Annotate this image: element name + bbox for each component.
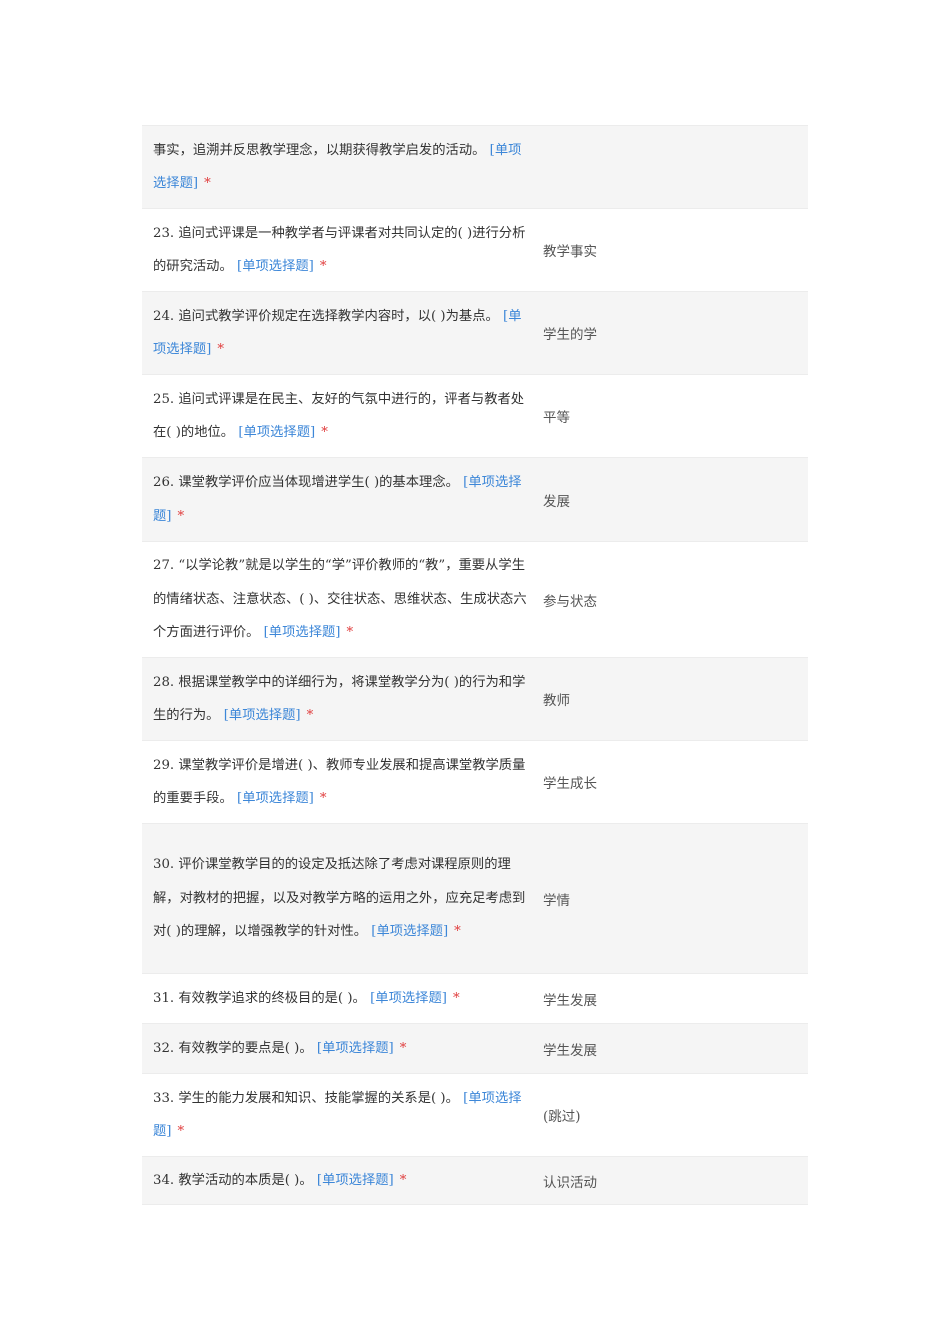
question-cell: 事实，追溯并反思教学理念，以期获得教学启发的活动。 [单项选择题] * bbox=[142, 134, 531, 201]
question-type-tag: [单项选择题] bbox=[316, 1172, 394, 1188]
question-type-tag: [单项选择题] bbox=[237, 259, 314, 274]
question-text: 25. 追问式评课是在民主、友好的气氛中进行的，评者与教者处在( )的地位。 bbox=[153, 391, 525, 440]
required-mark: * bbox=[346, 625, 354, 641]
required-mark: * bbox=[454, 924, 461, 940]
table-row: 31. 有效教学追求的终极目的是( )。 [单项选择题] * 学生发展 bbox=[142, 973, 808, 1023]
question-type-tag: [单项选择题] bbox=[316, 1040, 394, 1056]
question-type-tag: [单项选择题] bbox=[237, 791, 314, 806]
answer-cell: 学生成长 bbox=[543, 776, 597, 792]
table-row: 27. “以学论教”就是以学生的“学”评价教师的“教”，重要从学生的情绪状态、注… bbox=[142, 541, 808, 657]
table-row: 30. 评价课堂教学目的的设定及抵达除了考虑对课程原则的理解，对教材的把握，以及… bbox=[142, 823, 808, 973]
answer-cell: 教学事实 bbox=[543, 244, 597, 260]
required-mark: * bbox=[319, 791, 327, 806]
question-type-tag: [单项选择题] bbox=[223, 708, 301, 723]
required-mark: * bbox=[399, 1040, 407, 1056]
question-text: 31. 有效教学追求的终极目的是( )。 bbox=[153, 990, 366, 1006]
required-mark: * bbox=[319, 259, 327, 274]
answer-cell: (跳过) bbox=[543, 1109, 581, 1125]
required-mark: * bbox=[452, 990, 460, 1006]
question-type-tag: [单项选择题] bbox=[370, 990, 447, 1006]
question-cell: 30. 评价课堂教学目的的设定及抵达除了考虑对课程原则的理解，对教材的把握，以及… bbox=[142, 848, 531, 948]
question-cell: 25. 追问式评课是在民主、友好的气氛中进行的，评者与教者处在( )的地位。 [… bbox=[142, 383, 531, 450]
required-mark: * bbox=[217, 342, 225, 357]
answer-cell: 教师 bbox=[543, 693, 570, 709]
question-cell: 32. 有效教学的要点是( )。 [单项选择题] * bbox=[142, 1032, 531, 1065]
answer-cell: 学生的学 bbox=[543, 327, 597, 343]
table-row: 29. 课堂教学评价是增进( )、教师专业发展和提高课堂教学质量的重要手段。 [… bbox=[142, 740, 808, 823]
question-text: 32. 有效教学的要点是( )。 bbox=[153, 1040, 313, 1056]
question-cell: 26. 课堂教学评价应当体现增进学生( )的基本理念。 [单项选择题] * bbox=[142, 466, 531, 533]
question-text: 事实，追溯并反思教学理念，以期获得教学启发的活动。 bbox=[153, 142, 486, 158]
required-mark: * bbox=[399, 1172, 407, 1188]
table-row: 23. 追问式评课是一种教学者与评课者对共同认定的( )进行分析的研究活动。 [… bbox=[142, 208, 808, 291]
required-mark: * bbox=[306, 708, 314, 723]
question-cell: 33. 学生的能力发展和知识、技能掌握的关系是( )。 [单项选择题] * bbox=[142, 1082, 531, 1149]
question-cell: 28. 根据课堂教学中的详细行为，将课堂教学分为( )的行为和学生的行为。 [单… bbox=[142, 666, 531, 733]
answer-cell: 平等 bbox=[543, 410, 570, 426]
question-text: 26. 课堂教学评价应当体现增进学生( )的基本理念。 bbox=[153, 475, 459, 491]
question-text: 29. 课堂教学评价是增进( )、教师专业发展和提高课堂教学质量的重要手段。 bbox=[153, 757, 526, 806]
answer-cell: 发展 bbox=[543, 493, 570, 510]
question-cell: 34. 教学活动的本质是( )。 [单项选择题] * bbox=[142, 1164, 531, 1197]
question-text: 24. 追问式教学评价规定在选择教学内容时，以( )为基点。 bbox=[153, 308, 499, 324]
answer-cell: 认识活动 bbox=[543, 1174, 597, 1191]
question-text: 23. 追问式评课是一种教学者与评课者对共同认定的( )进行分析的研究活动。 bbox=[153, 225, 526, 274]
table-row: 事实，追溯并反思教学理念，以期获得教学启发的活动。 [单项选择题] * bbox=[142, 125, 808, 208]
required-mark: * bbox=[177, 1124, 185, 1139]
answer-cell: 参与状态 bbox=[543, 593, 597, 610]
table-row: 28. 根据课堂教学中的详细行为，将课堂教学分为( )的行为和学生的行为。 [单… bbox=[142, 657, 808, 740]
required-mark: * bbox=[204, 176, 211, 191]
question-cell: 23. 追问式评课是一种教学者与评课者对共同认定的( )进行分析的研究活动。 [… bbox=[142, 217, 531, 284]
question-cell: 31. 有效教学追求的终极目的是( )。 [单项选择题] * bbox=[142, 982, 531, 1015]
table-row: 33. 学生的能力发展和知识、技能掌握的关系是( )。 [单项选择题] * (跳过) bbox=[142, 1073, 808, 1156]
question-type-tag: [单项选择题] bbox=[263, 625, 341, 641]
table-row: 24. 追问式教学评价规定在选择教学内容时，以( )为基点。 [单项选择题] * 学… bbox=[142, 291, 808, 374]
required-mark: * bbox=[321, 425, 328, 440]
table-row: 26. 课堂教学评价应当体现增进学生( )的基本理念。 [单项选择题] * 发展 bbox=[142, 457, 808, 541]
table-row: 32. 有效教学的要点是( )。 [单项选择题] * 学生发展 bbox=[142, 1023, 808, 1073]
answer-cell: 学生发展 bbox=[543, 992, 597, 1009]
answer-cell: 学生发展 bbox=[543, 1042, 597, 1059]
answer-table: 事实，追溯并反思教学理念，以期获得教学启发的活动。 [单项选择题] * 23. 追问… bbox=[142, 125, 808, 1205]
table-row: 34. 教学活动的本质是( )。 [单项选择题] * 认识活动 bbox=[142, 1156, 808, 1204]
required-mark: * bbox=[177, 508, 185, 524]
question-text: 30. 评价课堂教学目的的设定及抵达除了考虑对课程原则的理解，对教材的把握，以及… bbox=[153, 857, 526, 940]
answer-cell: 学情 bbox=[543, 892, 570, 909]
question-cell: 24. 追问式教学评价规定在选择教学内容时，以( )为基点。 [单项选择题] * bbox=[142, 300, 531, 367]
table-row: 25. 追问式评课是在民主、友好的气氛中进行的，评者与教者处在( )的地位。 [… bbox=[142, 374, 808, 457]
question-cell: 29. 课堂教学评价是增进( )、教师专业发展和提高课堂教学质量的重要手段。 [… bbox=[142, 749, 531, 816]
question-text: 28. 根据课堂教学中的详细行为，将课堂教学分为( )的行为和学生的行为。 bbox=[153, 674, 526, 723]
question-text: 33. 学生的能力发展和知识、技能掌握的关系是( )。 bbox=[153, 1090, 459, 1106]
question-type-tag: [单项选择题] bbox=[238, 425, 316, 440]
question-type-tag: [单项选择题] bbox=[371, 924, 449, 940]
question-cell: 27. “以学论教”就是以学生的“学”评价教师的“教”，重要从学生的情绪状态、注… bbox=[142, 549, 531, 649]
question-text: 34. 教学活动的本质是( )。 bbox=[153, 1172, 313, 1188]
